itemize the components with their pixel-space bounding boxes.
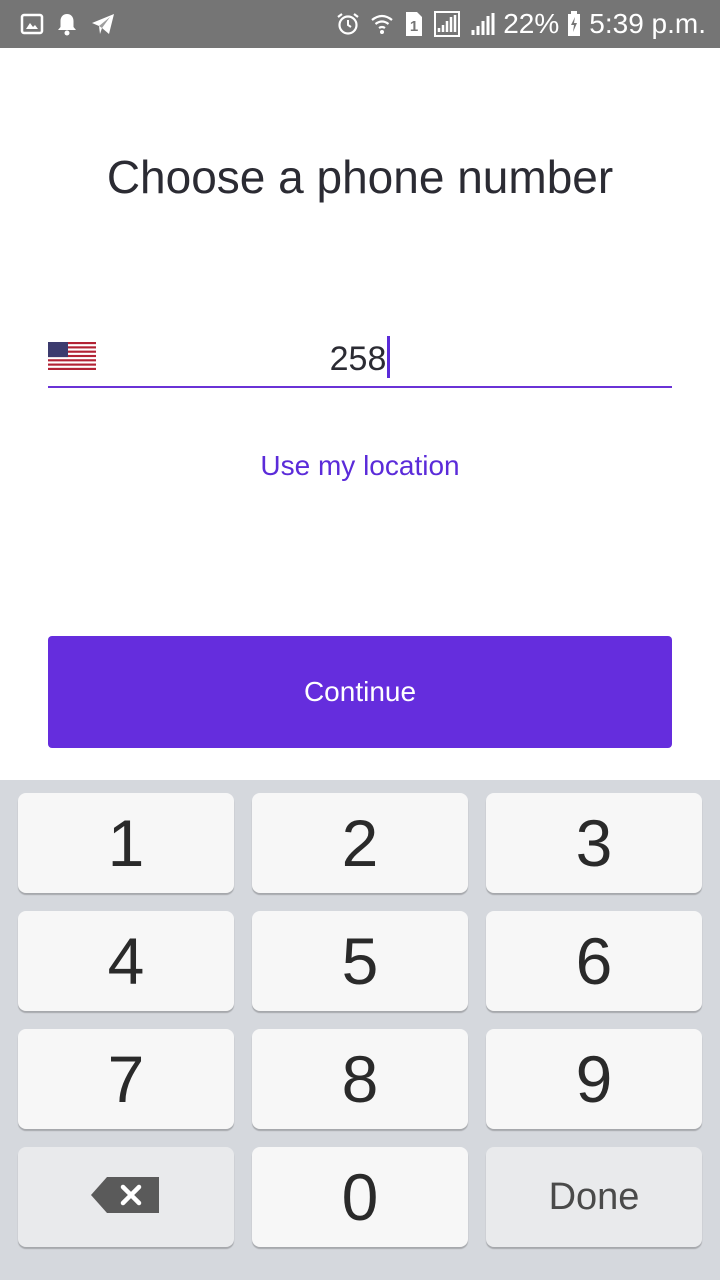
done-key-label: Done <box>548 1175 640 1218</box>
continue-button[interactable]: Continue <box>48 636 672 748</box>
key-3[interactable]: 3 <box>486 793 702 893</box>
backspace-icon <box>91 1175 161 1220</box>
battery-charging-icon <box>567 11 581 37</box>
sim-slot-label: 1 <box>410 18 418 35</box>
phone-number-field[interactable]: 258 <box>48 328 672 388</box>
key-0[interactable]: 0 <box>252 1147 468 1247</box>
alarm-icon <box>335 11 361 37</box>
status-bar: 1 22% 5:39 p.m. <box>0 0 720 48</box>
use-my-location-link[interactable]: Use my location <box>0 450 720 482</box>
key-label: 1 <box>107 806 145 880</box>
key-label: 7 <box>107 1042 145 1116</box>
text-caret <box>387 336 391 378</box>
wifi-icon <box>369 11 395 37</box>
phone-number-text: 258 <box>329 340 387 378</box>
status-time: 5:39 p.m. <box>589 8 706 39</box>
signal-icon <box>469 11 495 37</box>
numeric-keypad: 1 2 3 4 5 6 7 8 9 0 Done <box>0 780 720 1280</box>
status-bar-right: 1 22% 5:39 p.m. <box>335 8 706 40</box>
key-label: 4 <box>107 924 145 998</box>
backspace-key[interactable] <box>18 1147 234 1247</box>
status-bar-left <box>20 12 116 36</box>
key-1[interactable]: 1 <box>18 793 234 893</box>
key-label: 0 <box>341 1160 379 1234</box>
key-label: 9 <box>575 1042 613 1116</box>
key-9[interactable]: 9 <box>486 1029 702 1129</box>
key-7[interactable]: 7 <box>18 1029 234 1129</box>
phone-number-value[interactable]: 258 <box>48 336 672 379</box>
key-4[interactable]: 4 <box>18 911 234 1011</box>
key-label: 2 <box>341 806 379 880</box>
gallery-icon <box>20 12 44 36</box>
key-label: 6 <box>575 924 613 998</box>
key-label: 3 <box>575 806 613 880</box>
telegram-icon <box>90 12 116 36</box>
key-6[interactable]: 6 <box>486 911 702 1011</box>
notification-bell-icon <box>56 12 78 36</box>
page-title: Choose a phone number <box>106 151 614 203</box>
key-2[interactable]: 2 <box>252 793 468 893</box>
key-label: 5 <box>341 924 379 998</box>
key-8[interactable]: 8 <box>252 1029 468 1129</box>
key-5[interactable]: 5 <box>252 911 468 1011</box>
key-label: 8 <box>341 1042 379 1116</box>
sim-1-icon: 1 <box>403 10 425 38</box>
signal-icon <box>433 10 461 38</box>
done-key[interactable]: Done <box>486 1147 702 1247</box>
battery-percent: 22% <box>503 8 560 39</box>
